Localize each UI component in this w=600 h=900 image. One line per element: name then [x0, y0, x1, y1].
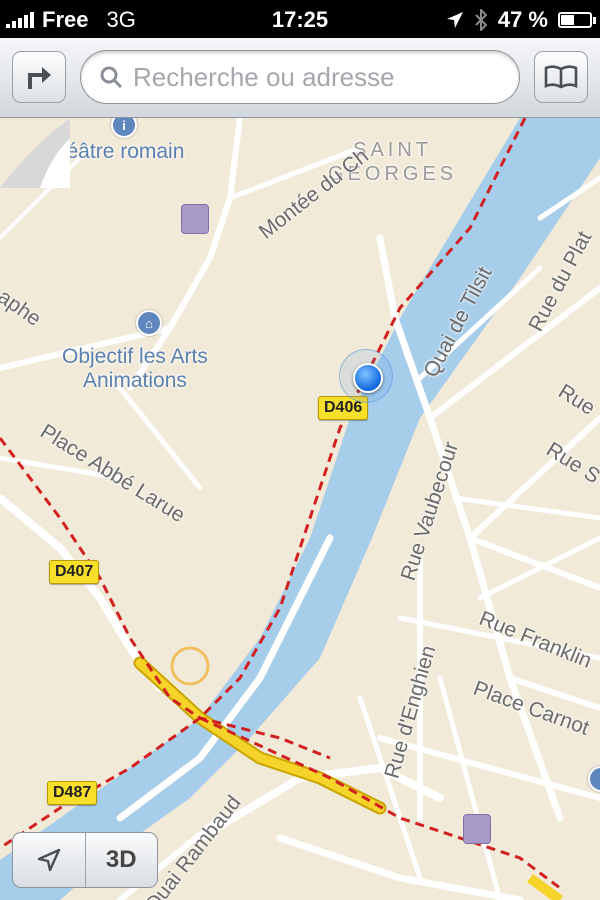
- location-dot: [353, 363, 383, 393]
- toolbar: [0, 38, 600, 118]
- map-controls: 3D: [12, 832, 158, 888]
- road-shield-d487: D487: [47, 781, 98, 805]
- three-d-button[interactable]: 3D: [84, 833, 158, 887]
- turn-right-arrow-icon: [28, 67, 51, 89]
- train-station-icon[interactable]: [181, 204, 209, 234]
- open-book-icon: [544, 65, 578, 89]
- search-icon: [100, 66, 123, 89]
- train-station-icon[interactable]: [463, 814, 491, 844]
- status-bar: Free 3G 17:25 47 %: [0, 0, 600, 38]
- current-location-marker[interactable]: [339, 349, 393, 403]
- bluetooth-icon: [475, 9, 488, 31]
- map-view[interactable]: SAINT GEORGES i Théâtre romain ⌂ Objecti…: [0, 118, 600, 900]
- battery-percent: 47 %: [497, 7, 548, 32]
- page-curl-icon[interactable]: [0, 118, 70, 188]
- museum-icon[interactable]: ⌂: [136, 310, 162, 336]
- search-input[interactable]: [131, 60, 495, 94]
- poi-museum-label[interactable]: Objectif les Arts Animations: [62, 345, 208, 393]
- location-arrow-icon: [37, 848, 60, 872]
- directions-button[interactable]: [12, 51, 66, 103]
- road-shield-d407: D407: [49, 560, 100, 584]
- search-field[interactable]: [80, 50, 520, 104]
- battery-icon: [558, 12, 596, 28]
- location-services-icon: [446, 12, 463, 28]
- locate-button[interactable]: [13, 833, 85, 887]
- bookmarks-button[interactable]: [534, 51, 588, 103]
